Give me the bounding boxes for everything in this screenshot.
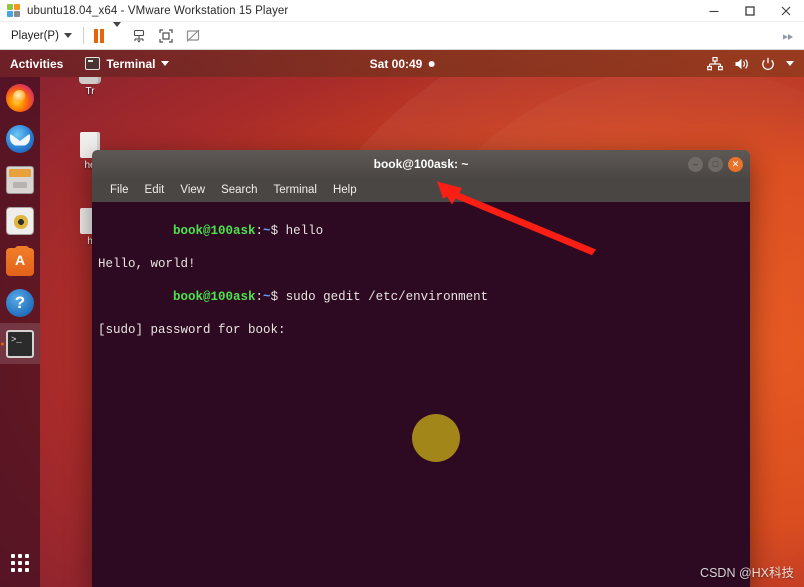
- prompt-separator: :: [255, 289, 264, 304]
- vmware-player-window: ubuntu18.04_x64 - VMware Workstation 15 …: [0, 0, 804, 587]
- minimize-icon: –: [692, 158, 698, 169]
- chevron-down-icon: [161, 61, 170, 66]
- cursor-highlight: [412, 414, 460, 462]
- maximize-icon: □: [712, 158, 719, 169]
- prompt-path: ~: [263, 289, 271, 304]
- menu-help[interactable]: Help: [325, 184, 365, 196]
- toolbar-divider: [82, 27, 84, 44]
- clock-label: Sat 00:49: [369, 56, 423, 71]
- clock-button[interactable]: Sat 00:49: [370, 57, 435, 71]
- launcher-item-rhythmbox[interactable]: [0, 200, 40, 241]
- terminal-command: hello: [278, 223, 324, 238]
- terminal-line: book@100ask:~$ sudo gedit /etc/environme…: [98, 272, 744, 322]
- files-icon: [6, 165, 34, 194]
- app-menu-terminal[interactable]: Terminal: [85, 56, 170, 71]
- launcher-item-firefox[interactable]: [0, 77, 40, 118]
- volume-icon[interactable]: [734, 57, 750, 71]
- launcher-item-help[interactable]: [0, 282, 40, 323]
- chevron-down-icon[interactable]: [786, 61, 794, 66]
- fullscreen-icon[interactable]: [157, 27, 175, 45]
- grid-apps-icon: [11, 554, 29, 572]
- launcher-item-ubuntu-software[interactable]: [0, 241, 40, 282]
- power-icon[interactable]: [761, 57, 775, 71]
- ubuntu-software-icon: [6, 245, 34, 276]
- terminal-window: book@100ask: ~ – □ ✕ File Edit View Sear…: [92, 150, 750, 587]
- prompt-sigil: $: [270, 289, 279, 304]
- ubuntu-launcher-dock: [0, 77, 40, 587]
- terminal-window-buttons: – □ ✕: [688, 150, 743, 178]
- player-menu-label: Player(P): [11, 29, 59, 42]
- menu-edit[interactable]: Edit: [137, 184, 173, 196]
- terminal-close-button[interactable]: ✕: [728, 156, 743, 172]
- launcher-item-files[interactable]: [0, 159, 40, 200]
- menu-terminal[interactable]: Terminal: [266, 184, 325, 196]
- terminal-titlebar[interactable]: book@100ask: ~ – □ ✕: [92, 150, 750, 178]
- system-tray: [707, 56, 794, 71]
- ubuntu-guest-screen: Tr he h Activities Terminal Sat 00:49 A …: [0, 50, 804, 587]
- window-controls: [696, 0, 804, 22]
- show-applications-button[interactable]: [0, 545, 40, 581]
- terminal-command: sudo gedit /etc/environment: [278, 289, 489, 304]
- vmware-toolbar: Player(P): [0, 21, 804, 50]
- terminal-maximize-button[interactable]: □: [708, 156, 723, 172]
- terminal-icon: [6, 329, 34, 358]
- terminal-minimize-button[interactable]: –: [688, 156, 703, 172]
- pause-vm-button[interactable]: [92, 28, 106, 43]
- prompt-path: ~: [263, 223, 271, 238]
- thunderbird-icon: [6, 124, 34, 153]
- launcher-item-thunderbird[interactable]: [0, 118, 40, 159]
- activities-button[interactable]: Activities: [10, 57, 63, 71]
- maximize-button[interactable]: [732, 0, 768, 22]
- watermark-label: CSDN @HX科技: [700, 566, 794, 580]
- close-button[interactable]: [768, 0, 804, 22]
- usb-device-icon[interactable]: [130, 27, 148, 45]
- terminal-output-area[interactable]: book@100ask:~$ hello Hello, world! book@…: [92, 202, 750, 587]
- network-icon[interactable]: [707, 56, 723, 71]
- firefox-icon: [6, 83, 34, 112]
- minimize-button[interactable]: [696, 0, 732, 22]
- desktop-icon-label: Tr: [85, 86, 95, 97]
- menu-search[interactable]: Search: [213, 184, 265, 196]
- app-menu-label: Terminal: [106, 56, 156, 71]
- prompt-sigil: $: [270, 223, 279, 238]
- prompt-user-host: book@100ask: [173, 223, 256, 238]
- collapse-toolbar-icon[interactable]: [781, 30, 795, 48]
- rhythmbox-icon: [6, 206, 34, 235]
- launcher-item-terminal[interactable]: [0, 323, 40, 364]
- help-icon: [6, 288, 34, 317]
- chevron-down-icon: [63, 33, 72, 38]
- unity-mode-icon[interactable]: [184, 27, 202, 45]
- terminal-line: book@100ask:~$ hello: [98, 206, 744, 256]
- terminal-icon: [85, 57, 101, 70]
- ubuntu-top-bar: Activities Terminal Sat 00:49: [0, 50, 804, 77]
- notification-dot-icon: [428, 60, 435, 67]
- vmware-titlebar: ubuntu18.04_x64 - VMware Workstation 15 …: [0, 0, 804, 22]
- close-icon: ✕: [731, 158, 740, 169]
- terminal-line: Hello, world!: [98, 256, 196, 271]
- vmware-logo-icon: [7, 3, 21, 18]
- terminal-menubar: File Edit View Search Terminal Help: [92, 178, 750, 202]
- player-menu-button[interactable]: Player(P): [8, 26, 75, 46]
- vmware-window-title: ubuntu18.04_x64 - VMware Workstation 15 …: [27, 4, 289, 17]
- menu-view[interactable]: View: [172, 184, 213, 196]
- menu-file[interactable]: File: [102, 184, 137, 196]
- pause-dropdown-chevron-down-icon[interactable]: [112, 21, 121, 45]
- terminal-password-prompt: [sudo] password for book:: [98, 322, 286, 337]
- terminal-window-title: book@100ask: ~: [373, 157, 469, 171]
- prompt-separator: :: [255, 223, 264, 238]
- prompt-user-host: book@100ask: [173, 289, 256, 304]
